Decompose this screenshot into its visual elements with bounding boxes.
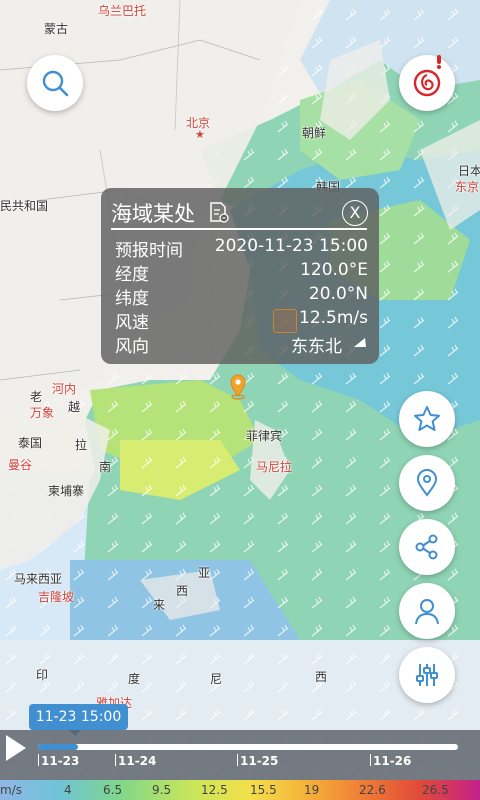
typhoon-icon [413, 69, 441, 97]
current-time-label: 11-23 15:00 [29, 704, 128, 730]
map-label-ulaanbaatar: 乌兰巴托 [98, 4, 147, 18]
map-label-japan: 日本 [458, 164, 480, 178]
wind-direction-icon [354, 338, 366, 347]
info-label: 风速 [115, 313, 149, 333]
search-icon [42, 70, 69, 97]
sliders-icon [416, 664, 438, 686]
share-button[interactable] [399, 519, 455, 575]
info-label: 经度 [115, 265, 149, 285]
info-value: 120.0°E [300, 260, 368, 280]
legend-stop: 9.5 [152, 783, 172, 797]
map-label-du: 度 [128, 672, 141, 686]
map-label-lai: 来 [153, 598, 166, 612]
legend-stop: 19 [304, 783, 320, 797]
close-button[interactable]: X [342, 200, 368, 226]
info-label: 预报时间 [115, 241, 183, 261]
info-value: 2020-11-23 15:00 [214, 236, 368, 256]
wind-speed-swatch [273, 309, 297, 333]
alert-icon [437, 55, 443, 69]
map-label-nan: 南 [99, 460, 112, 474]
document-icon[interactable] [208, 202, 230, 224]
popup-divider [111, 228, 367, 230]
timeline-tick [237, 754, 238, 766]
legend-stop: 15.5 [250, 783, 277, 797]
location-pin-icon [416, 469, 438, 497]
legend-unit: m/s [0, 783, 22, 797]
map-label-hanoi: 河内 [52, 382, 77, 396]
timeline-progress [38, 744, 78, 750]
info-row: 纬度 20.0°N [115, 284, 368, 309]
timeline-date: 11-25 [240, 754, 279, 768]
legend-stop: 6.5 [103, 783, 123, 797]
info-value: 12.5m/s [299, 308, 368, 328]
info-value: 东东北 [291, 337, 342, 357]
map-label-thailand: 泰国 [18, 436, 43, 450]
map-label-cambodia: 柬埔寨 [48, 484, 85, 498]
legend-stop: 26.5 [422, 783, 449, 797]
favorite-button[interactable] [399, 391, 455, 447]
map-label-malaysia: 马来西亚 [14, 572, 63, 586]
user-icon [415, 599, 439, 625]
location-button[interactable] [399, 455, 455, 511]
timeline-tick [370, 754, 371, 766]
close-icon: X [349, 203, 361, 222]
play-button[interactable] [6, 735, 26, 761]
map-label-ni: 尼 [210, 672, 223, 686]
legend-stop: 22.6 [359, 783, 386, 797]
timeline-date: 11-23 [41, 754, 80, 768]
map-pin-icon[interactable] [226, 370, 250, 400]
map-label-laos: 老 [30, 390, 43, 404]
user-button[interactable] [399, 583, 455, 639]
info-row: 预报时间 2020-11-23 15:00 [115, 236, 368, 261]
info-row: 经度 120.0°E [115, 260, 368, 285]
map-label-manila: 马尼拉 [256, 460, 293, 474]
timeline-slider[interactable] [38, 744, 458, 750]
timeline-date: 11-24 [118, 754, 157, 768]
settings-button[interactable] [399, 647, 455, 703]
map-label-ya: 亚 [198, 566, 211, 580]
map-label-vietnam: 越 [68, 400, 81, 414]
map-label-kuala-lumpur: 吉隆坡 [38, 590, 75, 604]
timeline-tick [38, 754, 39, 766]
info-row: 风速 12.5m/s [115, 308, 368, 333]
timeline-tick [115, 754, 116, 766]
map-label-philippines: 菲律宾 [246, 429, 283, 443]
map-label-republic: 民共和国 [0, 199, 49, 213]
search-button[interactable] [27, 55, 83, 111]
legend-stop: 4 [64, 783, 72, 797]
map-label-north-korea: 朝鲜 [302, 126, 327, 140]
star-icon [414, 406, 440, 431]
map-label-tokyo: 东京 [455, 180, 480, 194]
wind-speed-legend: m/s 4 6.5 9.5 12.5 15.5 19 22.6 26.5 [0, 780, 480, 800]
map-label-vientiane: 万象 [30, 406, 55, 420]
info-row: 风向 东东北 [115, 332, 368, 357]
map-label-bangkok: 曼谷 [8, 458, 33, 472]
info-label: 风向 [115, 337, 149, 357]
map-label-xi2: 西 [315, 670, 328, 684]
legend-stop: 12.5 [201, 783, 228, 797]
popup-title: 海域某处 [111, 202, 195, 226]
info-label: 纬度 [115, 289, 149, 309]
timeline-bar: 11-23 11-24 11-25 11-26 [0, 730, 480, 780]
point-info-popup: 海域某处 X 预报时间 2020-11-23 15:00 经度 120.0°E … [101, 188, 379, 364]
map-label-yin: 印 [36, 668, 49, 682]
timeline-date: 11-26 [373, 754, 412, 768]
map-label-xi: 西 [176, 584, 189, 598]
map-label-la: 拉 [75, 438, 88, 452]
legend-gradient [0, 780, 480, 800]
map-label-mongolia: 蒙古 [44, 22, 69, 36]
info-value: 20.0°N [308, 284, 368, 304]
capital-star-icon: ★ [195, 128, 205, 141]
share-icon [415, 534, 438, 560]
typhoon-button[interactable] [399, 55, 455, 111]
